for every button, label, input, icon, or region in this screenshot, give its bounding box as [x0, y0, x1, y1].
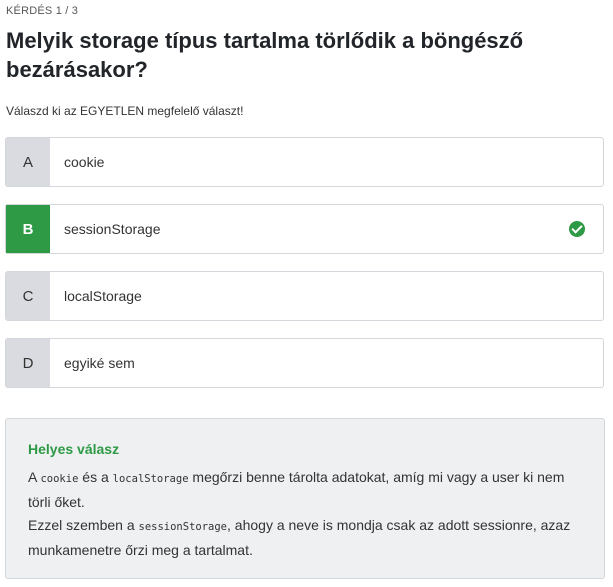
code-localstorage: localStorage	[112, 473, 189, 485]
option-b[interactable]: B sessionStorage	[5, 204, 604, 254]
option-letter: A	[6, 138, 50, 186]
option-label: egyiké sem	[64, 355, 135, 371]
option-label: cookie	[64, 154, 105, 170]
option-letter: B	[6, 205, 50, 253]
option-letter: D	[6, 339, 50, 387]
answer-text: A cookie és a localStorage megőrzi benne…	[28, 466, 582, 562]
answer-line-1: A cookie és a localStorage megőrzi benne…	[28, 466, 582, 514]
option-label: sessionStorage	[64, 221, 161, 237]
option-d[interactable]: D egyiké sem	[5, 338, 604, 388]
instruction-text: Válaszd ki az EGYETLEN megfelelő választ…	[6, 104, 244, 118]
option-label: localStorage	[64, 288, 142, 304]
answer-explanation-box: Helyes válasz A cookie és a localStorage…	[5, 418, 605, 579]
answer-text-part: A	[28, 469, 41, 485]
answer-text-part: Ezzel szemben a	[28, 517, 139, 533]
answer-line-2: Ezzel szemben a sessionStorage, ahogy a …	[28, 514, 582, 562]
question-counter: KÉRDÉS 1 / 3	[6, 5, 79, 17]
answer-title: Helyes válasz	[28, 441, 120, 457]
option-a[interactable]: A cookie	[5, 137, 604, 187]
option-letter: C	[6, 272, 50, 320]
code-cookie: cookie	[40, 473, 79, 485]
option-c[interactable]: C localStorage	[5, 271, 604, 321]
code-sessionstorage: sessionStorage	[138, 521, 228, 533]
question-title: Melyik storage típus tartalma törlődik a…	[6, 28, 524, 82]
check-circle-icon	[569, 221, 585, 237]
answer-text-part: és a	[78, 469, 113, 485]
